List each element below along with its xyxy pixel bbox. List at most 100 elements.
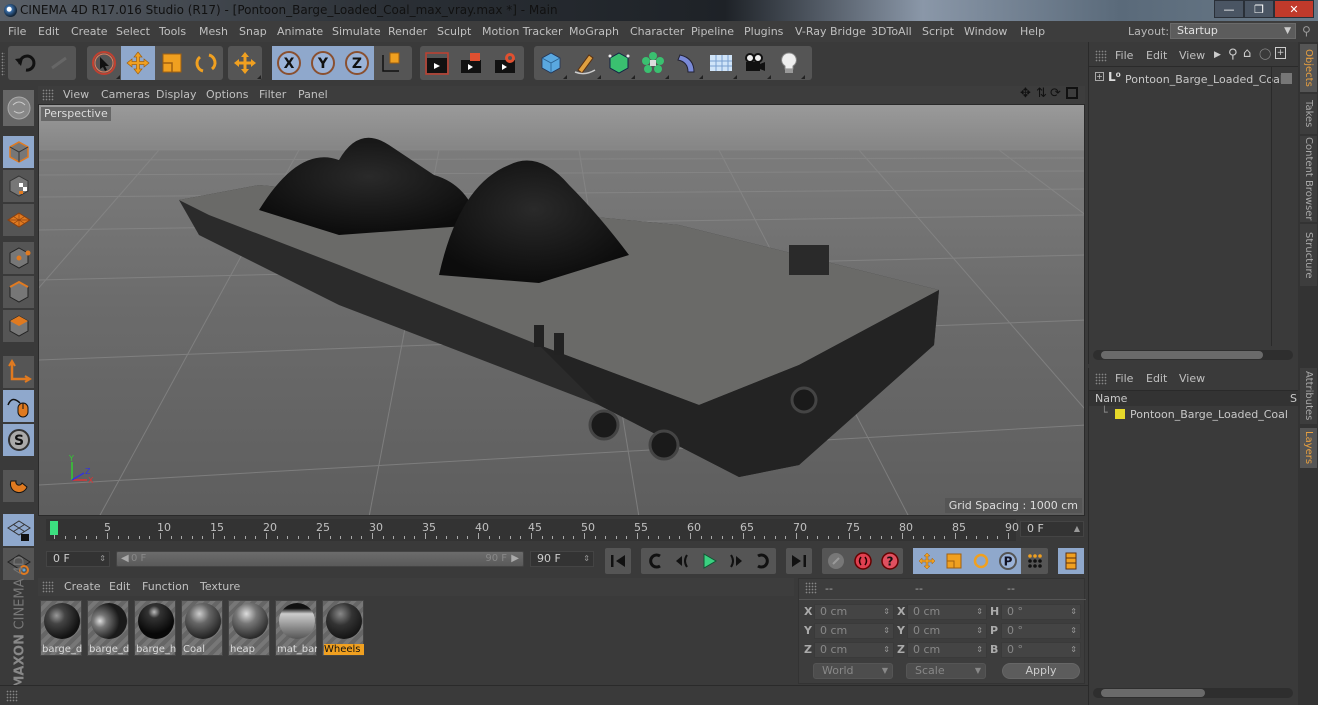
deformer-button[interactable] bbox=[670, 46, 704, 80]
menu-create[interactable]: Create bbox=[71, 25, 108, 38]
material-swatch[interactable]: heap bbox=[228, 600, 270, 656]
go-to-start-button[interactable] bbox=[605, 548, 631, 574]
camera-button[interactable] bbox=[738, 46, 772, 80]
dolly-view-icon[interactable]: ⇅ bbox=[1036, 86, 1047, 101]
tab-content-browser[interactable]: Content Browser bbox=[1300, 136, 1317, 222]
object-menu-view[interactable]: View bbox=[1179, 49, 1205, 62]
menu-snap[interactable]: Snap bbox=[239, 25, 267, 38]
frame-range-slider[interactable]: ◀ 0 F 90 F ▶ bbox=[116, 551, 524, 567]
cube-button[interactable] bbox=[534, 46, 568, 80]
material-swatch[interactable]: barge_d bbox=[40, 600, 82, 656]
maximize-view-icon[interactable] bbox=[1066, 87, 1078, 99]
minimize-button[interactable]: — bbox=[1214, 0, 1244, 18]
axis-mode-button[interactable] bbox=[3, 356, 34, 388]
record-active-button[interactable] bbox=[849, 548, 876, 574]
previous-key-button[interactable] bbox=[641, 548, 668, 574]
pen-button[interactable] bbox=[568, 46, 602, 80]
coordinate-system-button[interactable] bbox=[374, 46, 408, 80]
layer-menu-file[interactable]: File bbox=[1115, 372, 1133, 385]
tweak-mode-button[interactable] bbox=[3, 390, 34, 422]
autokey-button[interactable]: ? bbox=[876, 548, 903, 574]
recent-tool-button[interactable] bbox=[228, 46, 262, 80]
material-manager-grip[interactable] bbox=[42, 581, 54, 593]
workplane-lock-button[interactable] bbox=[3, 514, 34, 546]
key-pla-button[interactable] bbox=[1021, 548, 1048, 574]
render-picture-viewer-button[interactable] bbox=[454, 46, 488, 80]
size-mode-dropdown[interactable]: Scale ▼ bbox=[906, 663, 986, 679]
end-frame-field[interactable]: 90 F ⇕ bbox=[530, 551, 594, 567]
layer-manager-scrollbar[interactable] bbox=[1093, 688, 1293, 698]
move-button[interactable] bbox=[121, 46, 155, 80]
rotate-view-icon[interactable]: ⟳ bbox=[1050, 86, 1061, 101]
viewport-menu-filter[interactable]: Filter bbox=[259, 88, 286, 101]
key-position-button[interactable] bbox=[913, 548, 940, 574]
home-icon[interactable]: ⌂ bbox=[1243, 46, 1251, 61]
pos-y-field[interactable]: 0 cm ⇕ bbox=[814, 623, 894, 639]
rot-p-field[interactable]: 0 ° ⇕ bbox=[1001, 623, 1081, 639]
perspective-viewport[interactable]: Y X Z Perspective Grid Spacing : 1000 cm bbox=[38, 104, 1085, 516]
material-menu-texture[interactable]: Texture bbox=[200, 580, 240, 593]
object-menu-edit[interactable]: Edit bbox=[1146, 49, 1167, 62]
object-row[interactable]: + L⁰ Pontoon_Barge_Loaded_Coal bbox=[1095, 70, 1295, 88]
tab-attributes[interactable]: Attributes bbox=[1300, 368, 1317, 424]
viewport-grip[interactable] bbox=[42, 89, 54, 101]
key-scale-button[interactable] bbox=[940, 548, 967, 574]
snap-button[interactable] bbox=[3, 470, 34, 502]
status-bar-grip[interactable] bbox=[6, 690, 18, 702]
layer-column-solo[interactable]: S bbox=[1290, 392, 1297, 405]
next-key-button[interactable] bbox=[749, 548, 776, 574]
rot-h-field[interactable]: 0 ° ⇕ bbox=[1001, 604, 1081, 620]
render-view-button[interactable] bbox=[420, 46, 454, 80]
render-settings-button[interactable] bbox=[488, 46, 522, 80]
go-to-end-button[interactable] bbox=[786, 548, 812, 574]
pan-view-icon[interactable]: ✥ bbox=[1020, 86, 1031, 101]
search-icon[interactable]: ⚲ bbox=[1228, 47, 1238, 62]
menu-plugins[interactable]: Plugins bbox=[744, 25, 783, 38]
material-swatch[interactable]: mat_bar bbox=[275, 600, 317, 656]
menu-file[interactable]: File bbox=[8, 25, 26, 38]
points-mode-button[interactable] bbox=[3, 242, 34, 274]
material-swatch[interactable]: Coal bbox=[181, 600, 223, 656]
cloner-button[interactable] bbox=[636, 46, 670, 80]
restore-button[interactable]: ❐ bbox=[1244, 0, 1274, 18]
rot-b-field[interactable]: 0 ° ⇕ bbox=[1001, 642, 1081, 658]
make-editable-button[interactable] bbox=[3, 90, 34, 126]
size-x-field[interactable]: 0 cm ⇕ bbox=[907, 604, 987, 620]
rotate-button[interactable] bbox=[189, 46, 223, 80]
pos-x-field[interactable]: 0 cm ⇕ bbox=[814, 604, 894, 620]
menu-window[interactable]: Window bbox=[964, 25, 1007, 38]
tab-layers[interactable]: Layers bbox=[1300, 428, 1317, 468]
new-view-icon[interactable]: + bbox=[1275, 47, 1286, 59]
polygons-mode-button[interactable] bbox=[3, 310, 34, 342]
current-frame-field[interactable]: 0 F ▲ bbox=[1020, 521, 1084, 537]
y-axis-button[interactable]: Y bbox=[306, 46, 340, 80]
camera-label[interactable]: Perspective bbox=[41, 107, 111, 121]
edges-mode-button[interactable] bbox=[3, 276, 34, 308]
layer-column-name[interactable]: Name bbox=[1095, 392, 1127, 405]
menu-animate[interactable]: Animate bbox=[277, 25, 323, 38]
start-frame-field[interactable]: 0 F ⇕ bbox=[46, 551, 110, 567]
scrollbar-thumb[interactable] bbox=[1101, 689, 1205, 697]
object-manager-scrollbar[interactable] bbox=[1093, 350, 1293, 360]
material-menu-edit[interactable]: Edit bbox=[109, 580, 130, 593]
menu-select[interactable]: Select bbox=[116, 25, 150, 38]
layer-menu-view[interactable]: View bbox=[1179, 372, 1205, 385]
menu-mesh[interactable]: Mesh bbox=[199, 25, 228, 38]
timeline-ruler[interactable]: 051015202530354045505560657075808590 bbox=[46, 519, 1019, 541]
material-swatch[interactable]: Wheels bbox=[322, 600, 364, 656]
size-z-field[interactable]: 0 cm ⇕ bbox=[907, 642, 987, 658]
next-frame-button[interactable] bbox=[722, 548, 749, 574]
model-mode-button[interactable] bbox=[3, 136, 34, 168]
pos-z-field[interactable]: 0 cm ⇕ bbox=[814, 642, 894, 658]
floor-button[interactable] bbox=[704, 46, 738, 80]
close-button[interactable]: ✕ bbox=[1274, 0, 1314, 18]
more-menu-icon[interactable]: ▶ bbox=[1214, 50, 1221, 60]
menu-sculpt[interactable]: Sculpt bbox=[437, 25, 471, 38]
playhead[interactable] bbox=[50, 521, 58, 535]
record-disabled-button[interactable] bbox=[822, 548, 849, 574]
layer-manager-grip[interactable] bbox=[1095, 373, 1107, 385]
material-menu-create[interactable]: Create bbox=[64, 580, 101, 593]
menu-pipeline[interactable]: Pipeline bbox=[691, 25, 734, 38]
material-swatch[interactable]: barge_h bbox=[134, 600, 176, 656]
coordinate-mode-dropdown[interactable]: World ▼ bbox=[813, 663, 893, 679]
